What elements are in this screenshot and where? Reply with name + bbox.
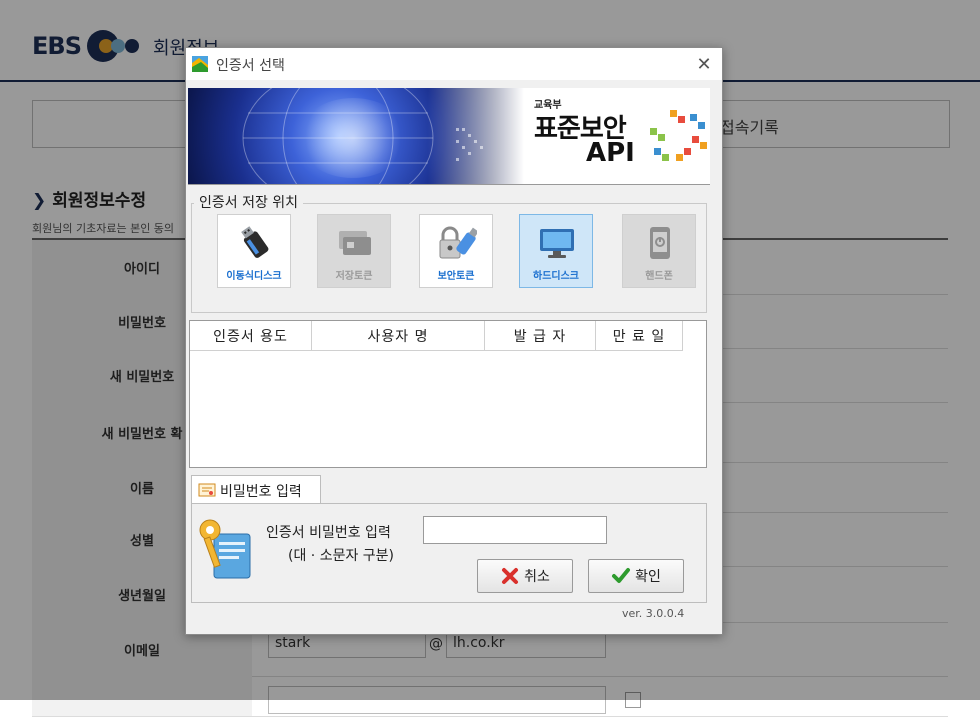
smartphone-icon (650, 227, 670, 259)
usb-drive-icon (241, 226, 269, 258)
banner-api: API (586, 138, 635, 168)
certificate-app-icon (192, 56, 208, 72)
cancel-button[interactable]: 취소 (477, 559, 573, 593)
banner-title-area: 교육부 표준보안 API (524, 88, 710, 184)
table-header-row: 인증서 용도 사용자 명 발 급 자 만 료 일 (190, 321, 683, 351)
storage-option-label: 이동식디스크 (226, 271, 282, 282)
certificate-tab-icon (198, 483, 216, 497)
storage-removable-disk-button[interactable]: 이동식디스크 (217, 214, 291, 288)
dialog-titlebar[interactable]: 인증서 선택 ✕ (186, 48, 722, 80)
column-header-usage[interactable]: 인증서 용도 (190, 321, 312, 351)
padlock-usb-icon (439, 226, 477, 259)
storage-option-label: 하드디스크 (533, 271, 579, 282)
confirm-button[interactable]: 확인 (588, 559, 684, 593)
storage-saved-token-button[interactable]: 저장토큰 (317, 214, 391, 288)
monitor-icon (540, 229, 574, 258)
tab-password-input[interactable]: 비밀번호 입력 (191, 475, 321, 503)
certificate-list-table[interactable]: 인증서 용도 사용자 명 발 급 자 만 료 일 (189, 320, 707, 468)
smart-card-icon (339, 231, 371, 255)
confirm-label: 확인 (635, 569, 661, 585)
storage-option-label: 핸드폰 (645, 271, 673, 282)
version-text: ver. 3.0.0.4 (622, 607, 685, 620)
column-header-issuer[interactable]: 발 급 자 (485, 321, 596, 351)
storage-option-label: 보안토큰 (437, 271, 475, 282)
dialog-title: 인증서 선택 (216, 58, 285, 74)
key-certificate-icon (199, 519, 251, 579)
column-header-user-name[interactable]: 사용자 명 (312, 321, 485, 351)
security-api-banner: 교육부 표준보안 API (188, 88, 710, 185)
certificate-password-input[interactable] (423, 516, 607, 544)
cancel-label: 취소 (524, 569, 550, 585)
banner-globe-image (188, 88, 524, 184)
arrows-logo-icon (650, 110, 707, 161)
tab-label: 비밀번호 입력 (220, 484, 302, 500)
x-mark-icon (502, 568, 519, 584)
storage-mobile-phone-button[interactable]: 핸드폰 (622, 214, 696, 288)
storage-hard-disk-button[interactable]: 하드디스크 (519, 214, 593, 288)
close-icon[interactable]: ✕ (692, 52, 716, 76)
checkmark-icon (612, 568, 631, 583)
password-label: 인증서 비밀번호 입력 (266, 525, 391, 541)
column-header-expiry[interactable]: 만 료 일 (596, 321, 683, 351)
certificate-select-dialog: 인증서 선택 ✕ 교육부 표준보안 API 인증서 저장 위치 이동식디스크 저… (185, 47, 723, 635)
storage-option-label: 저장토큰 (335, 271, 373, 282)
storage-security-token-button[interactable]: 보안토큰 (419, 214, 493, 288)
password-case-hint: (대 · 소문자 구분) (288, 548, 395, 564)
storage-location-legend: 인증서 저장 위치 (194, 192, 304, 212)
